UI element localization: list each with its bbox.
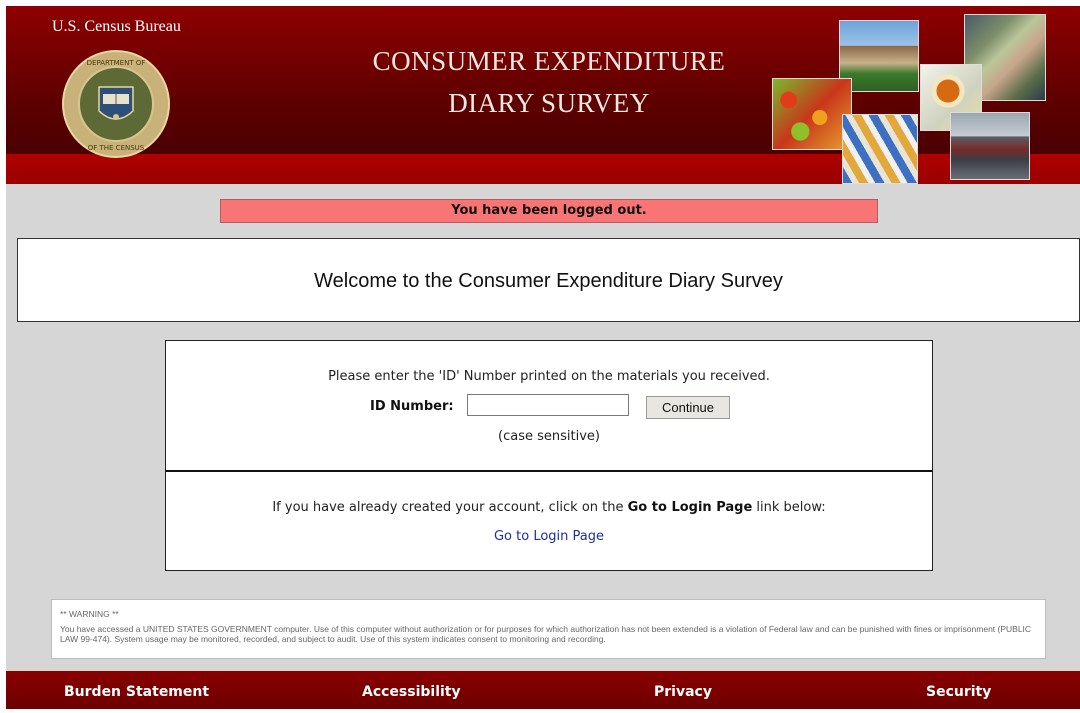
id-prompt: Please enter the 'ID' Number printed on …: [328, 369, 770, 384]
logout-alert: You have been logged out.: [220, 199, 878, 223]
welcome-heading: Welcome to the Consumer Expenditure Diar…: [314, 270, 783, 292]
login-text-bold: Go to Login Page: [627, 500, 753, 515]
go-to-login-link[interactable]: Go to Login Page: [166, 529, 932, 544]
car-photo-icon: [950, 112, 1030, 180]
id-number-input[interactable]: [467, 394, 629, 416]
clothing-photo-icon: [842, 114, 918, 184]
login-text-before: If you have already created your account…: [272, 500, 628, 515]
security-warning: ** WARNING ** You have accessed a UNITED…: [51, 599, 1046, 659]
id-number-label: ID Number:: [370, 399, 454, 414]
main-content: You have been logged out. Welcome to the…: [6, 184, 1080, 671]
login-text-after: link below:: [752, 500, 826, 515]
warning-body: You have accessed a UNITED STATES GOVERN…: [60, 623, 1032, 645]
census-seal-icon: DEPARTMENT OF OF THE CENSUS: [62, 50, 170, 158]
page-title-line2: DIARY SURVEY: [448, 88, 650, 118]
agency-name: U.S. Census Bureau: [52, 18, 181, 35]
case-sensitive-hint: (case sensitive): [498, 429, 600, 444]
burden-statement-link[interactable]: Burden Statement: [64, 671, 209, 709]
accessibility-link[interactable]: Accessibility: [362, 671, 461, 709]
svg-text:OF THE CENSUS: OF THE CENSUS: [88, 144, 145, 152]
continue-button[interactable]: Continue: [646, 396, 730, 419]
id-entry-panel: Please enter the 'ID' Number printed on …: [165, 340, 933, 472]
security-link[interactable]: Security: [926, 671, 991, 709]
site-header: U.S. Census Bureau DEPARTMENT OF OF THE …: [6, 6, 1080, 184]
page-title-line1: CONSUMER EXPENDITURE: [372, 46, 726, 76]
login-panel: If you have already created your account…: [165, 470, 933, 571]
login-instructions: If you have already created your account…: [166, 500, 932, 515]
warning-title: ** WARNING **: [60, 609, 119, 619]
welcome-panel: Welcome to the Consumer Expenditure Diar…: [17, 238, 1080, 322]
svg-text:DEPARTMENT OF: DEPARTMENT OF: [87, 59, 146, 67]
privacy-link[interactable]: Privacy: [654, 671, 712, 709]
site-footer: Burden Statement Accessibility Privacy S…: [6, 671, 1080, 709]
fruit-photo-icon: [772, 78, 852, 150]
